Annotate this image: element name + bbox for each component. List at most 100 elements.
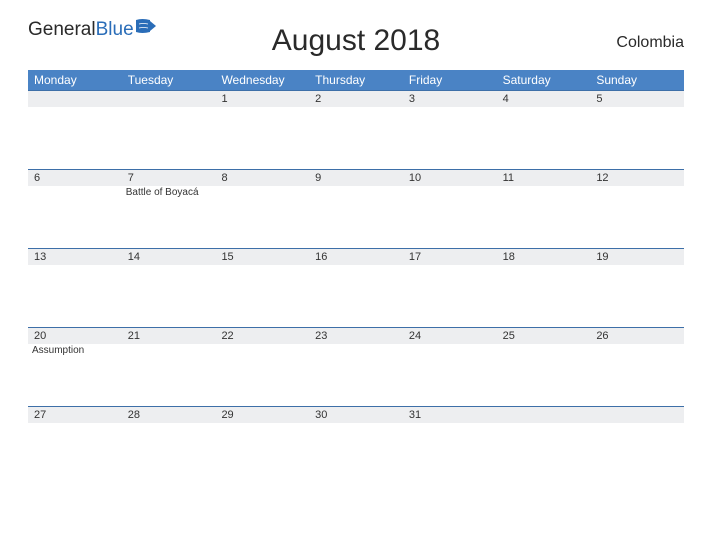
day-cell	[590, 423, 684, 471]
day-number: 6	[28, 170, 122, 186]
page-title: August 2018	[272, 24, 440, 58]
weekday-mon: Monday	[28, 70, 122, 90]
day-cell	[215, 107, 309, 169]
day-number: 24	[403, 328, 497, 344]
day-number: 7	[122, 170, 216, 186]
day-cell	[215, 344, 309, 406]
day-number-strip: 13141516171819	[28, 249, 684, 265]
day-number: 19	[590, 249, 684, 265]
day-number: 10	[403, 170, 497, 186]
day-number: 17	[403, 249, 497, 265]
day-cell	[122, 107, 216, 169]
week-content	[28, 107, 684, 169]
day-cell	[28, 423, 122, 471]
day-number: 9	[309, 170, 403, 186]
day-cell	[309, 186, 403, 248]
day-cell	[497, 107, 591, 169]
week-content	[28, 423, 684, 471]
day-cell	[122, 265, 216, 327]
day-cell	[309, 423, 403, 471]
day-cell	[309, 265, 403, 327]
day-number: 5	[590, 91, 684, 107]
weekday-tue: Tuesday	[122, 70, 216, 90]
day-cell	[403, 186, 497, 248]
day-number: 25	[497, 328, 591, 344]
week-content: Battle of Boyacá	[28, 186, 684, 248]
week-row: 6789101112Battle of Boyacá	[28, 169, 684, 248]
day-cell	[403, 265, 497, 327]
day-number: 20	[28, 328, 122, 344]
day-number	[497, 407, 591, 423]
day-cell	[215, 265, 309, 327]
day-number: 29	[215, 407, 309, 423]
day-cell	[122, 423, 216, 471]
day-cell	[309, 344, 403, 406]
day-number	[590, 407, 684, 423]
day-number: 23	[309, 328, 403, 344]
header: GeneralBlue August 2018 Colombia	[28, 20, 684, 52]
week-content: Assumption	[28, 344, 684, 406]
day-number: 3	[403, 91, 497, 107]
weekday-sun: Sunday	[590, 70, 684, 90]
day-cell	[590, 186, 684, 248]
day-cell	[28, 107, 122, 169]
day-number: 11	[497, 170, 591, 186]
day-cell	[403, 423, 497, 471]
day-number: 16	[309, 249, 403, 265]
day-cell	[215, 186, 309, 248]
day-number: 21	[122, 328, 216, 344]
day-number: 30	[309, 407, 403, 423]
week-row: 13141516171819	[28, 248, 684, 327]
day-number: 27	[28, 407, 122, 423]
day-cell: Assumption	[28, 344, 122, 406]
day-cell	[403, 107, 497, 169]
day-cell	[497, 186, 591, 248]
day-cell	[497, 265, 591, 327]
day-cell	[497, 423, 591, 471]
weekday-thu: Thursday	[309, 70, 403, 90]
day-number: 26	[590, 328, 684, 344]
day-cell	[590, 344, 684, 406]
week-content	[28, 265, 684, 327]
week-row: 20212223242526Assumption	[28, 327, 684, 406]
day-cell	[309, 107, 403, 169]
day-number-strip: 2728293031	[28, 407, 684, 423]
day-number-strip: 20212223242526	[28, 328, 684, 344]
weekday-wed: Wednesday	[215, 70, 309, 90]
day-number: 13	[28, 249, 122, 265]
weekday-header-row: Monday Tuesday Wednesday Thursday Friday…	[28, 70, 684, 90]
day-cell	[28, 186, 122, 248]
weekday-fri: Friday	[403, 70, 497, 90]
day-cell	[403, 344, 497, 406]
day-number: 4	[497, 91, 591, 107]
day-number: 18	[497, 249, 591, 265]
day-cell	[590, 107, 684, 169]
week-row: 2728293031	[28, 406, 684, 471]
day-number: 8	[215, 170, 309, 186]
day-number	[28, 91, 122, 107]
calendar: Monday Tuesday Wednesday Thursday Friday…	[28, 70, 684, 471]
day-cell	[215, 423, 309, 471]
day-cell: Battle of Boyacá	[122, 186, 216, 248]
day-number: 31	[403, 407, 497, 423]
day-number-strip: 6789101112	[28, 170, 684, 186]
day-number: 28	[122, 407, 216, 423]
day-number: 22	[215, 328, 309, 344]
day-number: 14	[122, 249, 216, 265]
day-number: 1	[215, 91, 309, 107]
day-cell	[122, 344, 216, 406]
logo: GeneralBlue	[28, 20, 158, 40]
country-label: Colombia	[616, 34, 684, 52]
logo-text-blue: Blue	[96, 20, 134, 39]
day-cell	[497, 344, 591, 406]
day-cell	[28, 265, 122, 327]
day-number	[122, 91, 216, 107]
day-cell	[590, 265, 684, 327]
logo-text-general: General	[28, 20, 96, 39]
globe-icon	[136, 18, 158, 40]
week-row: 12345	[28, 90, 684, 169]
weekday-sat: Saturday	[497, 70, 591, 90]
day-number: 12	[590, 170, 684, 186]
day-number: 15	[215, 249, 309, 265]
day-number-strip: 12345	[28, 91, 684, 107]
